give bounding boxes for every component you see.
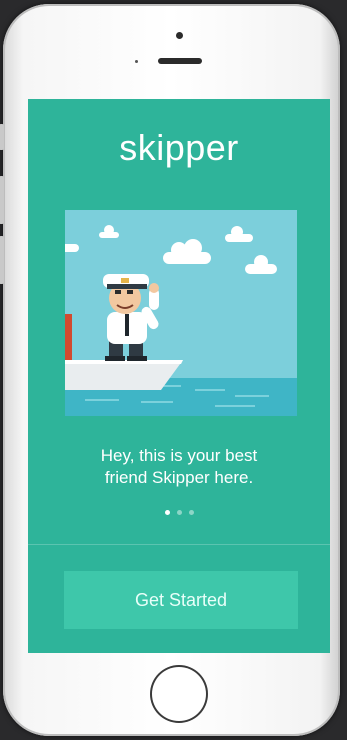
page-indicator[interactable] [28, 510, 330, 515]
mute-switch [0, 124, 4, 150]
front-camera [176, 32, 183, 39]
page-dot-3[interactable] [188, 510, 194, 515]
sailor-on-boat-icon [65, 210, 297, 416]
phone-frame: skipper Hey, this is your best friend Sk… [0, 4, 340, 736]
app-logo: skipper [119, 127, 239, 168]
get-started-button[interactable]: Get Started [64, 571, 298, 629]
onboarding-caption: Hey, this is your best friend Skipper he… [48, 445, 310, 489]
page-dot-1[interactable] [164, 510, 170, 515]
earpiece-speaker [158, 58, 202, 64]
app-screen: skipper Hey, this is your best friend Sk… [28, 99, 330, 653]
divider [28, 544, 330, 545]
proximity-sensor [135, 60, 138, 63]
home-button[interactable] [152, 667, 206, 721]
volume-down-button [0, 236, 4, 284]
page-dot-2[interactable] [176, 510, 182, 515]
sailor-illustration [65, 210, 297, 416]
volume-up-button [0, 176, 4, 224]
caption-line-1: Hey, this is your best [100, 446, 258, 465]
caption-line-2: friend Skipper here. [104, 468, 254, 487]
